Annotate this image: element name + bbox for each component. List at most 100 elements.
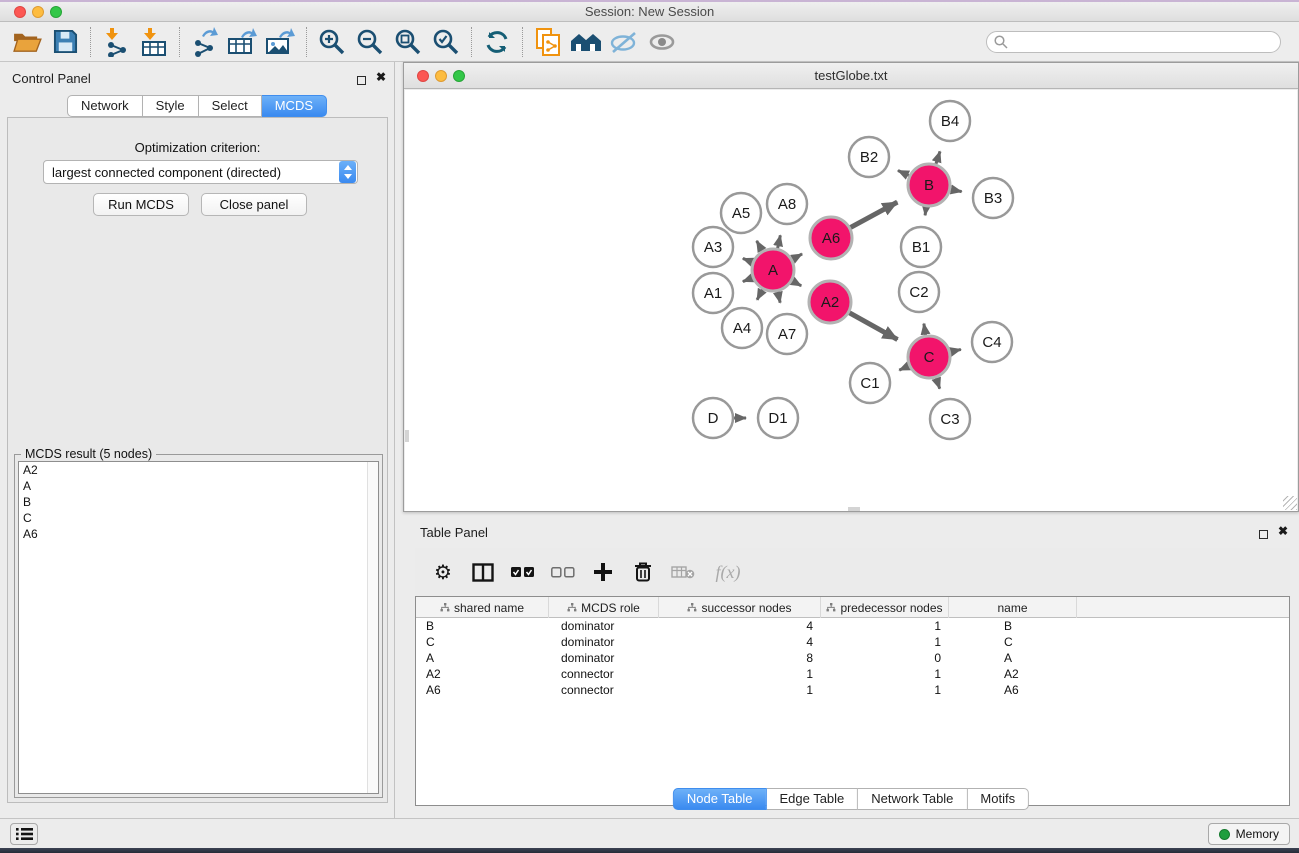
close-panel-icon[interactable]: ✖ [376, 72, 386, 82]
table-cell[interactable]: A [416, 650, 549, 666]
edge-B-B4[interactable] [936, 151, 940, 164]
close-panel-button[interactable]: Close panel [201, 193, 307, 216]
node-table[interactable]: shared nameMCDS rolesuccessor nodesprede… [415, 596, 1290, 806]
table-cell[interactable]: connector [549, 666, 659, 682]
scrollbar-track[interactable] [367, 462, 378, 793]
node-C3[interactable]: C3 [930, 399, 970, 439]
edge-B-B3[interactable] [951, 189, 962, 191]
zoom-selected-button[interactable] [427, 25, 465, 59]
node-D[interactable]: D [693, 398, 733, 438]
zoom-window-button[interactable] [50, 6, 62, 18]
memory-button[interactable]: Memory [1208, 823, 1290, 845]
zoom-fit-button[interactable] [389, 25, 427, 59]
edge-B-B1[interactable] [925, 207, 926, 215]
node-B2[interactable]: B2 [849, 137, 889, 177]
edge-A-A2[interactable] [792, 281, 801, 286]
network-graph[interactable]: B4B2BB3A8A5A6A3B1AC2A1A2A4A7C4CC1C3DD1 [405, 90, 1297, 511]
edge-C-C2[interactable] [924, 324, 926, 336]
export-image-button[interactable] [262, 25, 300, 59]
table-cell[interactable]: connector [549, 682, 659, 698]
tab-style[interactable]: Style [143, 95, 199, 117]
table-cell[interactable]: dominator [549, 650, 659, 666]
table-cell[interactable]: A [949, 650, 1077, 666]
table-settings-button[interactable]: ⚙ [425, 554, 461, 590]
table-row[interactable]: Adominator80A [416, 650, 1289, 666]
table-row[interactable]: A2connector11A2 [416, 666, 1289, 682]
optimization-criterion-select[interactable]: largest connected component (directed) [43, 160, 358, 184]
mcds-result-item[interactable]: A [19, 478, 378, 494]
table-cell[interactable]: C [416, 634, 549, 650]
edge-A-A1[interactable] [743, 278, 753, 282]
tab-select[interactable]: Select [199, 95, 262, 117]
edge-A-A6[interactable] [792, 254, 802, 259]
table-cell[interactable]: dominator [549, 634, 659, 650]
mcds-result-item[interactable]: B [19, 494, 378, 510]
open-session-button[interactable] [8, 25, 46, 59]
tab-motifs[interactable]: Motifs [967, 788, 1029, 810]
table-cell[interactable]: 4 [659, 634, 821, 650]
edge-C-C1[interactable] [899, 366, 909, 370]
float-panel-icon[interactable] [357, 72, 366, 90]
mcds-result-item[interactable]: C [19, 510, 378, 526]
table-cell[interactable]: A2 [949, 666, 1077, 682]
node-C4[interactable]: C4 [972, 322, 1012, 362]
tab-edge-table[interactable]: Edge Table [766, 788, 858, 810]
edge-A-A7[interactable] [778, 291, 780, 302]
import-network-button[interactable] [97, 25, 135, 59]
node-A6[interactable]: A6 [810, 217, 852, 259]
column-header-shared-name[interactable]: shared name [416, 597, 549, 618]
table-cell[interactable]: 4 [659, 618, 821, 634]
zoom-network-button[interactable] [453, 70, 465, 82]
minimize-network-button[interactable] [435, 70, 447, 82]
edge-C-C4[interactable] [950, 349, 960, 351]
node-B3[interactable]: B3 [973, 178, 1013, 218]
node-A7[interactable]: A7 [767, 314, 807, 354]
network-canvas[interactable]: B4B2BB3A8A5A6A3B1AC2A1A2A4A7C4CC1C3DD1 [405, 90, 1297, 511]
column-header-name[interactable]: name [949, 597, 1077, 618]
table-cell[interactable]: A6 [949, 682, 1077, 698]
node-A[interactable]: A [752, 249, 794, 291]
function-builder-button[interactable]: f(x) [705, 554, 751, 590]
minimize-window-button[interactable] [32, 6, 44, 18]
edge-A-A3[interactable] [743, 258, 753, 262]
zoom-out-button[interactable] [351, 25, 389, 59]
network-window-titlebar[interactable]: testGlobe.txt [404, 63, 1298, 89]
refresh-button[interactable] [478, 25, 516, 59]
import-table-button[interactable] [135, 25, 173, 59]
export-table-button[interactable] [224, 25, 262, 59]
column-header-MCDS-role[interactable]: MCDS role [549, 597, 659, 618]
table-cell[interactable]: C [949, 634, 1077, 650]
tab-node-table[interactable]: Node Table [673, 788, 767, 810]
home-button[interactable] [567, 25, 605, 59]
resize-grip-icon[interactable] [1283, 496, 1297, 510]
column-header-predecessor-nodes[interactable]: predecessor nodes [821, 597, 949, 618]
delete-column-button[interactable] [625, 554, 661, 590]
node-C[interactable]: C [908, 336, 950, 378]
export-network-button[interactable] [186, 25, 224, 59]
table-cell[interactable]: 8 [659, 650, 821, 666]
node-A8[interactable]: A8 [767, 184, 807, 224]
delete-table-button[interactable] [665, 554, 701, 590]
save-session-button[interactable] [46, 25, 84, 59]
edge-A2-C[interactable] [849, 313, 897, 340]
edge-A-A4[interactable] [757, 289, 763, 299]
mcds-result-item[interactable]: A2 [19, 462, 378, 478]
close-network-button[interactable] [417, 70, 429, 82]
tab-mcds[interactable]: MCDS [262, 95, 327, 117]
table-cell[interactable]: 1 [821, 618, 949, 634]
unselect-all-columns-button[interactable] [545, 554, 581, 590]
node-B[interactable]: B [908, 164, 950, 206]
table-cell[interactable]: 1 [821, 634, 949, 650]
node-A2[interactable]: A2 [809, 281, 851, 323]
table-cell[interactable]: B [949, 618, 1077, 634]
edge-A-A5[interactable] [757, 241, 763, 251]
zoom-in-button[interactable] [313, 25, 351, 59]
table-cell[interactable]: 1 [659, 682, 821, 698]
node-A4[interactable]: A4 [722, 308, 762, 348]
table-cell[interactable]: 1 [821, 682, 949, 698]
duplicate-network-button[interactable] [529, 25, 567, 59]
float-table-panel-icon[interactable] [1259, 526, 1268, 544]
edge-A6-B[interactable] [850, 202, 897, 227]
table-cell[interactable]: A6 [416, 682, 549, 698]
close-window-button[interactable] [14, 6, 26, 18]
